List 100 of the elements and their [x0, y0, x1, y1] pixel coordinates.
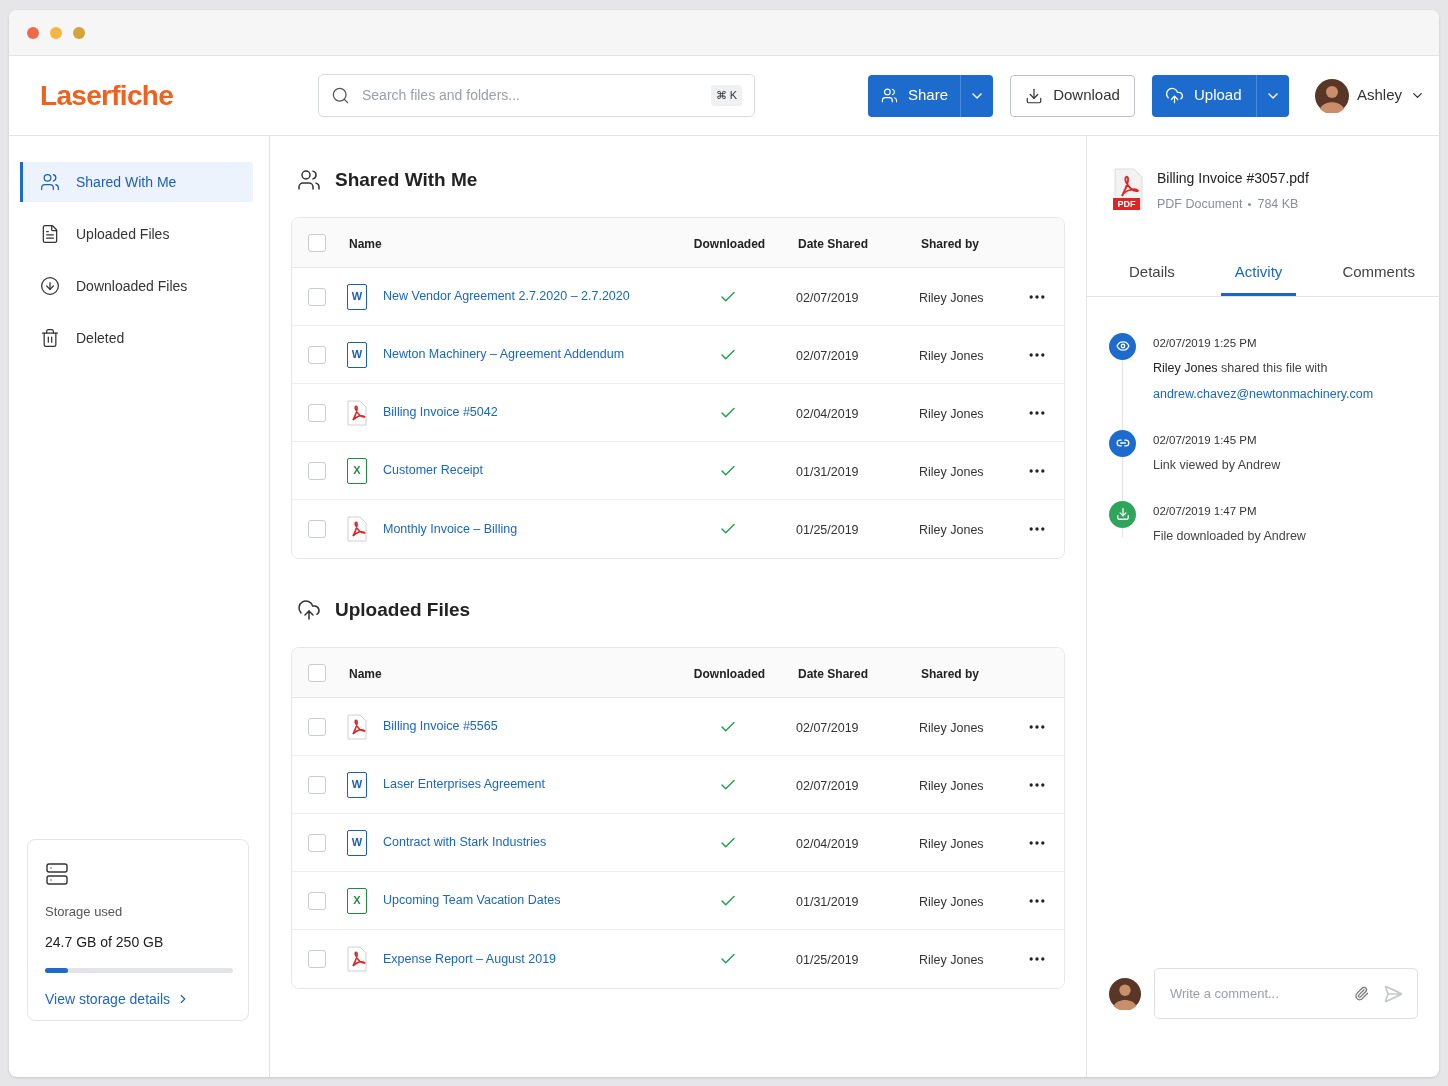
avatar — [1315, 78, 1349, 113]
avatar — [1109, 977, 1141, 1010]
comment-input[interactable]: Write a comment... — [1170, 983, 1340, 1004]
pdf-file-icon — [347, 399, 367, 426]
file-name-link[interactable]: Billing Invoice #5042 — [383, 403, 498, 422]
user-name[interactable]: Ashley — [1357, 84, 1403, 107]
table-cell: 01/31/2019 — [796, 464, 859, 479]
download-button[interactable]: Download — [1010, 74, 1135, 117]
table-cell: 02/04/2019 — [796, 836, 859, 851]
paperclip-icon[interactable] — [1354, 986, 1369, 1001]
file-name-link[interactable]: Upcoming Team Vacation Dates — [383, 891, 561, 910]
sidebar-label[interactable]: Shared With Me — [76, 171, 177, 193]
column-header: Date Shared — [798, 666, 869, 681]
cloud-upload-icon — [297, 598, 321, 622]
column-header: Name — [349, 666, 382, 681]
tab[interactable]: Details — [1115, 251, 1189, 296]
sidebar-item[interactable]: Deleted — [20, 318, 253, 358]
search-field[interactable]: Search files and folders... ⌘ K — [318, 74, 755, 117]
sidebar-item[interactable]: Uploaded Files — [20, 214, 253, 254]
sidebar-label[interactable]: Deleted — [76, 327, 125, 349]
storage-icon — [45, 862, 69, 886]
section-title: Uploaded Files — [335, 597, 471, 622]
cloud-upload-icon — [1165, 86, 1184, 105]
word-file-icon: W — [347, 829, 367, 856]
checkbox[interactable] — [308, 287, 326, 306]
table-cell: Riley Jones — [919, 406, 984, 421]
file-name-link[interactable]: Customer Receipt — [383, 461, 484, 480]
sidebar-label[interactable]: Uploaded Files — [76, 223, 170, 245]
checkbox[interactable] — [308, 717, 326, 736]
column-header: Downloaded — [693, 666, 766, 681]
pdf-file-icon — [347, 713, 367, 740]
checkbox[interactable] — [308, 950, 326, 968]
section-title: Shared With Me — [335, 167, 478, 192]
download-icon — [40, 276, 60, 296]
tab[interactable]: Comments — [1328, 251, 1429, 296]
dropdown-button[interactable] — [960, 74, 993, 117]
comment-field[interactable]: Write a comment... — [1154, 968, 1418, 1019]
checkbox[interactable] — [308, 403, 326, 422]
activity-time: 02/07/2019 1:25 PM — [1153, 335, 1258, 351]
table-cell: Riley Jones — [919, 464, 984, 479]
file-name-link[interactable]: New Vendor Agreement 2.7.2020 – 2.7.2020 — [383, 287, 630, 306]
people-icon — [40, 172, 60, 192]
table-cell: 02/07/2019 — [796, 348, 859, 363]
activity-text: Link viewed by Andrew — [1153, 456, 1281, 474]
activity-time: 02/07/2019 1:45 PM — [1153, 432, 1258, 448]
sidebar-label[interactable]: Downloaded Files — [76, 275, 188, 297]
file-name-link[interactable]: Laser Enterprises Agreement — [383, 775, 545, 794]
trash-icon — [40, 328, 60, 348]
file-title: Billing Invoice #3057.pdf — [1157, 169, 1309, 188]
sidebar-item[interactable]: Shared With Me — [20, 162, 253, 202]
link-icon — [1109, 429, 1136, 457]
checkbox[interactable] — [308, 345, 326, 364]
document-icon — [40, 224, 60, 244]
file-name-link[interactable]: Contract with Stark Industries — [383, 833, 547, 852]
checkbox[interactable] — [308, 233, 326, 252]
table-cell: Riley Jones — [919, 953, 984, 967]
checkbox[interactable] — [308, 461, 326, 480]
dropdown-button[interactable] — [1256, 74, 1289, 117]
table-cell: 01/31/2019 — [796, 894, 859, 909]
pdf-file-icon — [347, 946, 367, 972]
table-cell: 02/07/2019 — [796, 720, 859, 735]
sidebar-item[interactable]: Downloaded Files — [20, 266, 253, 306]
file-type: PDF Document — [1157, 196, 1243, 213]
spreadsheet-file-icon: X — [347, 887, 367, 914]
people-icon — [297, 168, 321, 192]
table-cell: Riley Jones — [919, 894, 984, 909]
checkbox[interactable] — [308, 663, 326, 682]
column-header: Shared by — [921, 666, 980, 681]
activity-text: Riley Jones shared this file with — [1153, 360, 1329, 377]
spreadsheet-file-icon: X — [347, 457, 367, 484]
storage-details-link[interactable]: View storage details — [45, 988, 171, 1010]
word-file-icon: W — [347, 283, 367, 310]
activity-text: File downloaded by Andrew — [1153, 527, 1306, 545]
eye-icon — [1109, 332, 1136, 360]
download-icon — [1109, 500, 1136, 528]
pdf-file-icon: PDF — [1113, 168, 1143, 210]
file-name-link[interactable]: Billing Invoice #5565 — [383, 717, 498, 736]
table-cell: Riley Jones — [919, 720, 984, 735]
share-button[interactable]: Share — [868, 74, 960, 117]
checkbox[interactable] — [308, 520, 326, 538]
email-link[interactable]: andrew.chavez@newtonmachinery.com — [1153, 384, 1374, 404]
download-icon — [1025, 86, 1044, 105]
file-name-link[interactable]: Newton Machinery – Agreement Addendum — [383, 345, 625, 364]
shortcut-key: ⌘ K — [710, 85, 742, 106]
column-header: Shared by — [921, 236, 980, 251]
table-cell: 01/25/2019 — [796, 523, 859, 537]
checkbox[interactable] — [308, 891, 326, 910]
checkbox[interactable] — [308, 833, 326, 852]
tab[interactable]: Activity — [1220, 251, 1297, 296]
file-name-link[interactable]: Expense Report – August 2019 — [383, 949, 557, 969]
search-input[interactable]: Search files and folders... — [362, 85, 699, 106]
upload-button[interactable]: Upload — [1152, 74, 1256, 117]
checkbox[interactable] — [308, 775, 326, 794]
people-icon — [881, 86, 898, 105]
pdf-file-icon — [347, 516, 367, 542]
send-icon[interactable] — [1383, 983, 1403, 1004]
table-cell: 02/04/2019 — [796, 406, 859, 421]
column-header: Date Shared — [798, 236, 869, 251]
file-name-link[interactable]: Monthly Invoice – Billing — [383, 519, 518, 539]
table-cell: Riley Jones — [919, 348, 984, 363]
